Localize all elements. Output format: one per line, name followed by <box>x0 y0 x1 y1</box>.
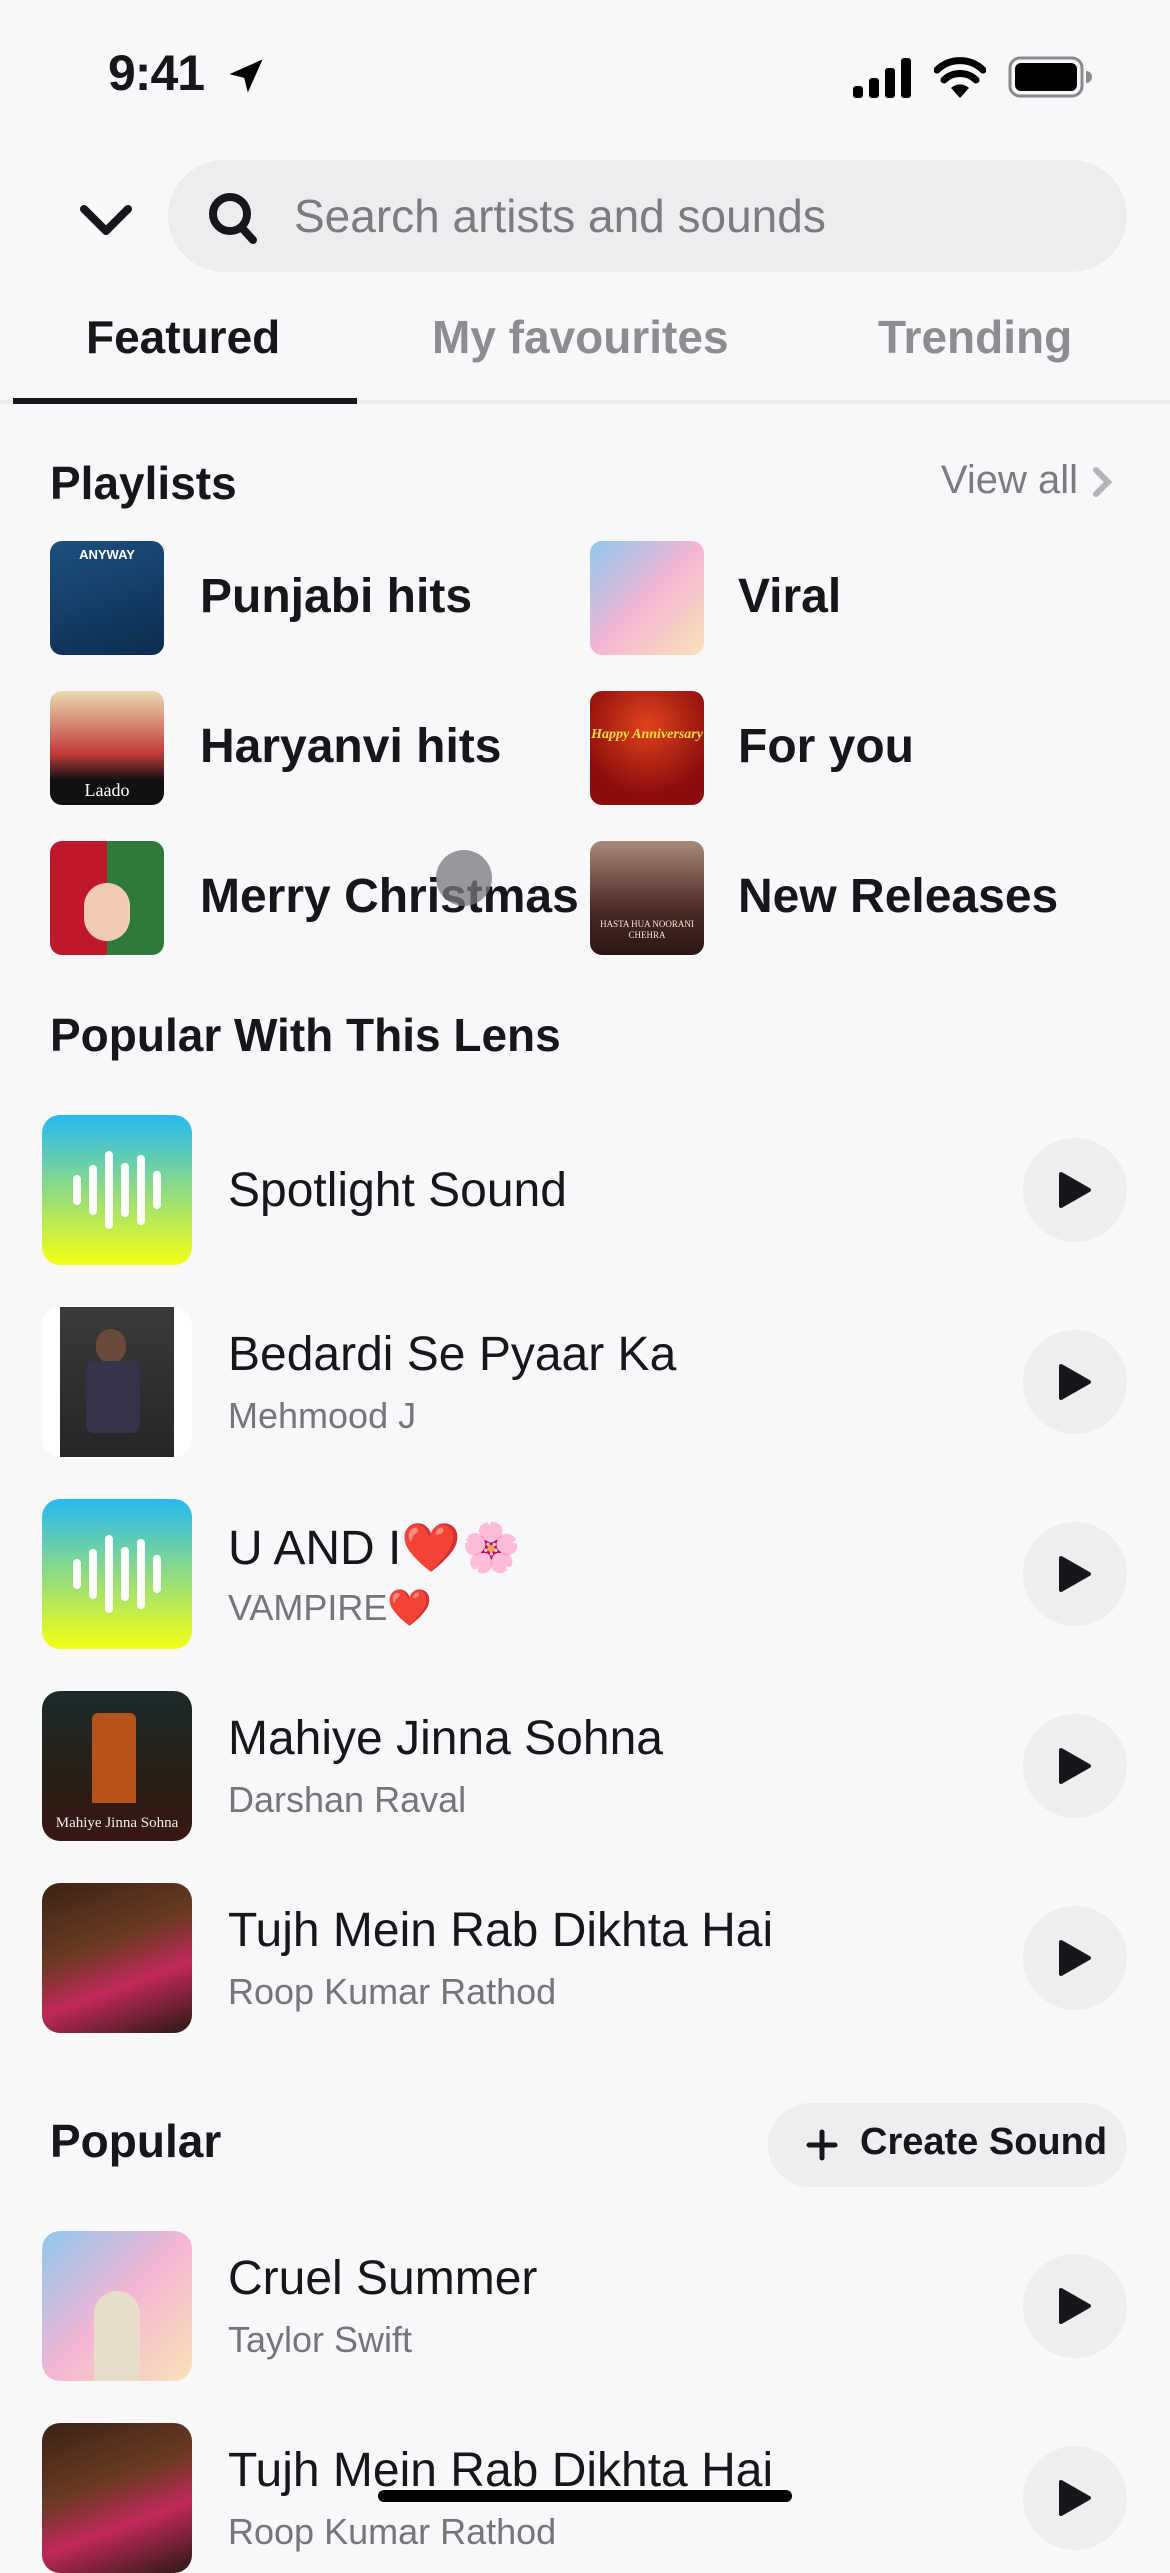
playlist-item-for-you[interactable]: Happy Anniversary For you <box>590 691 1110 805</box>
artist-photo-cover <box>42 1307 192 1457</box>
track-artist: Roop Kumar Rathod <box>228 2511 557 2552</box>
track-artist: Darshan Raval <box>228 1779 467 1820</box>
track-artist: Taylor Swift <box>228 2319 413 2360</box>
playlist-item-haryanvi-hits[interactable]: Laado Haryanvi hits <box>50 691 570 805</box>
chevron-down-icon[interactable] <box>78 195 134 245</box>
play-button[interactable] <box>1023 1138 1127 1242</box>
track-title: Bedardi Se Pyaar Ka <box>228 1328 677 1381</box>
battery-icon <box>1008 56 1092 98</box>
play-icon <box>1059 1748 1091 1784</box>
track-row-mahiye-jinna-sohna[interactable]: Mahiye Jinna Sohna Mahiye Jinna Sohna Da… <box>0 1691 1170 1841</box>
track-title: Cruel Summer <box>228 2252 538 2305</box>
playlist-cover: Laado <box>50 691 164 805</box>
waveform-cover <box>42 1115 192 1265</box>
track-artist: Roop Kumar Rathod <box>228 1971 557 2012</box>
playlist-label: Merry Christmas <box>200 870 579 923</box>
play-button[interactable] <box>1023 2254 1127 2358</box>
playlist-cover: Happy Anniversary <box>590 691 704 805</box>
track-title: Mahiye Jinna Sohna <box>228 1712 663 1765</box>
home-indicator[interactable] <box>378 2490 792 2502</box>
album-cover <box>42 1883 192 2033</box>
playlist-item-punjabi-hits[interactable]: ANYWAY Punjabi hits <box>50 541 570 655</box>
playlist-cover: ANYWAY <box>50 541 164 655</box>
view-all-link[interactable]: View all <box>941 458 1078 503</box>
track-row-tujh-mein-rab-dikhta-hai[interactable]: Tujh Mein Rab Dikhta Hai Roop Kumar Rath… <box>0 1883 1170 2033</box>
search-icon <box>209 193 257 244</box>
play-icon <box>1059 1556 1091 1592</box>
playlist-label: For you <box>738 720 914 773</box>
playlist-item-viral[interactable]: Viral <box>590 541 1110 655</box>
album-cover <box>42 2231 192 2381</box>
track-title: Spotlight Sound <box>228 1164 567 1217</box>
playlist-cover: HASTA HUA NOORANI CHEHRA <box>590 841 704 955</box>
popular-with-lens-heading: Popular With This Lens <box>50 1009 561 1061</box>
playlist-item-new-releases[interactable]: HASTA HUA NOORANI CHEHRA New Releases <box>590 841 1130 955</box>
playlist-label: New Releases <box>738 870 1059 923</box>
play-icon <box>1059 2288 1091 2324</box>
playlist-cover <box>50 841 164 955</box>
play-button[interactable] <box>1023 1522 1127 1626</box>
status-time: 9:41 <box>108 45 205 101</box>
cover-text: Laado <box>84 780 130 800</box>
playlist-label: Viral <box>738 570 842 623</box>
tab-my-favourites[interactable]: My favourites <box>432 310 729 364</box>
location-arrow-icon <box>229 59 263 93</box>
track-row-cruel-summer[interactable]: Cruel Summer Taylor Swift <box>0 2231 1170 2381</box>
play-button[interactable] <box>1023 2446 1127 2550</box>
popular-heading: Popular <box>50 2115 222 2167</box>
playlist-cover <box>590 541 704 655</box>
album-cover: Mahiye Jinna Sohna <box>42 1691 192 1841</box>
track-title: U AND I❤️🌸 <box>228 1522 521 1575</box>
track-title: Tujh Mein Rab Dikhta Hai <box>228 1904 774 1957</box>
track-row-u-and-i[interactable]: U AND I❤️🌸 VAMPIRE❤️ <box>0 1499 1170 1649</box>
cellular-signal-icon <box>853 58 911 98</box>
play-icon <box>1059 1172 1091 1208</box>
waveform-icon <box>73 1151 161 1229</box>
cover-text: Mahiye Jinna Sohna <box>55 1815 179 1831</box>
waveform-cover <box>42 1499 192 1649</box>
track-row-spotlight-sound[interactable]: Spotlight Sound <box>0 1115 1170 1265</box>
track-artist: Mehmood J <box>228 1395 417 1436</box>
track-row-bedardi-se-pyaar-ka[interactable]: Bedardi Se Pyaar Ka Mehmood J <box>0 1307 1170 1457</box>
create-sound-button[interactable]: Create Sound <box>768 2103 1127 2187</box>
play-button[interactable] <box>1023 1330 1127 1434</box>
track-artist: VAMPIRE❤️ <box>228 1587 433 1628</box>
tab-trending[interactable]: Trending <box>878 310 1072 364</box>
play-icon <box>1059 2480 1091 2516</box>
play-button[interactable] <box>1023 1714 1127 1818</box>
waveform-icon <box>73 1535 161 1613</box>
cover-text: ANYWAY <box>79 547 135 562</box>
playlist-label: Punjabi hits <box>200 570 473 623</box>
play-button[interactable] <box>1023 1906 1127 2010</box>
plus-icon <box>806 2129 838 2161</box>
chevron-right-icon[interactable] <box>1090 466 1114 498</box>
playlists-heading: Playlists <box>50 457 237 509</box>
active-tab-indicator <box>13 398 357 404</box>
play-icon <box>1059 1364 1091 1400</box>
tab-featured[interactable]: Featured <box>86 310 280 364</box>
album-cover <box>42 2423 192 2573</box>
cover-text: HASTA HUA NOORANI CHEHRA <box>600 919 694 940</box>
cover-text: Happy Anniversary <box>591 727 703 742</box>
touch-indicator <box>436 850 492 906</box>
wifi-icon <box>934 57 986 98</box>
create-sound-label: Create Sound <box>860 2121 1108 2163</box>
search-input[interactable] <box>294 180 1094 252</box>
playlist-item-merry-christmas[interactable]: Merry Christmas <box>50 841 579 955</box>
play-icon <box>1059 1940 1091 1976</box>
playlist-label: Haryanvi hits <box>200 720 502 773</box>
